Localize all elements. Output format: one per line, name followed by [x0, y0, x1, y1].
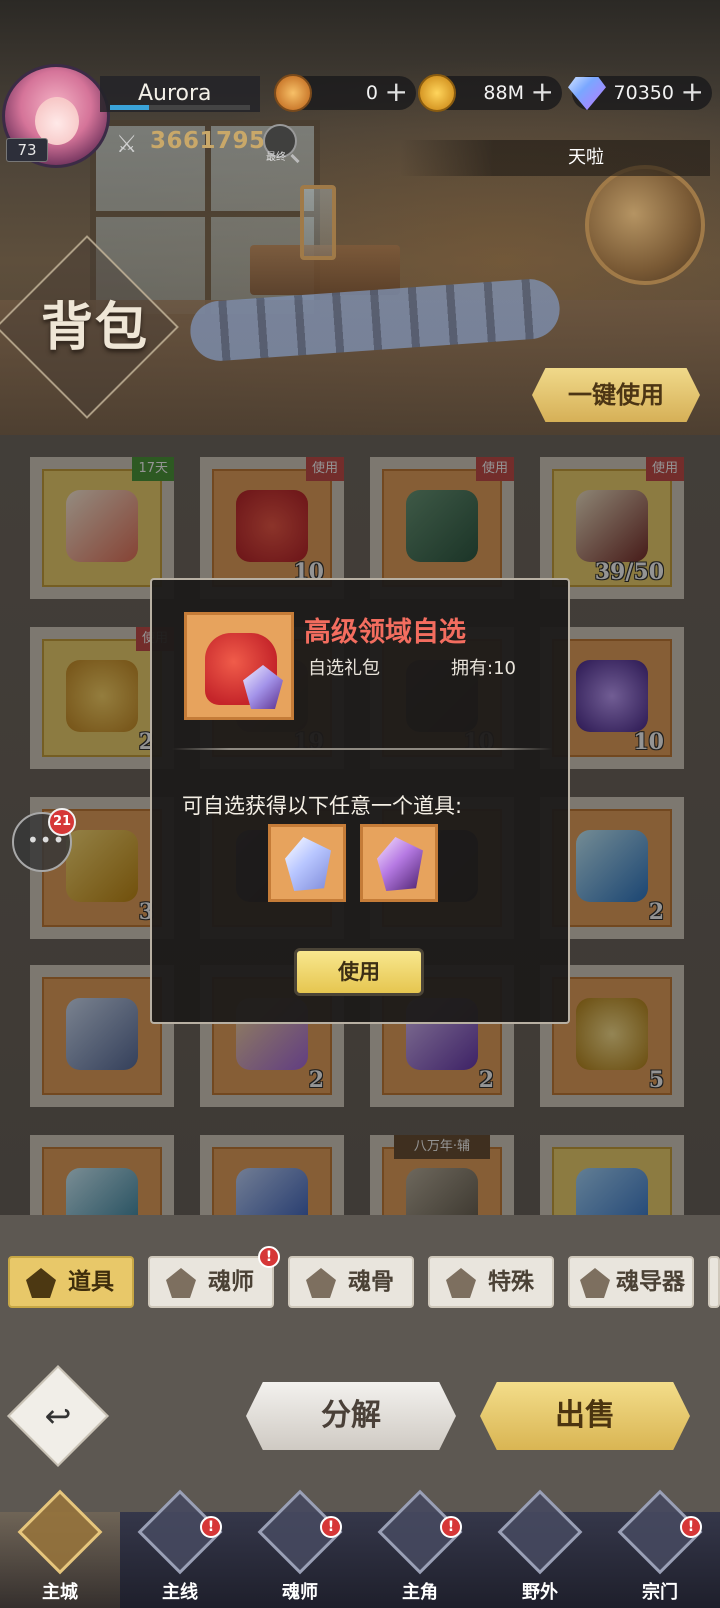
tab-soul-bone[interactable]: 魂骨 — [288, 1256, 414, 1308]
tab-label: 道具 — [68, 1269, 114, 1295]
hourglass-icon — [300, 185, 336, 260]
resource-gold: 88M + — [418, 74, 562, 112]
decompose-button[interactable]: 分解 — [246, 1382, 456, 1450]
page-title: 背包 — [40, 297, 149, 358]
add-gold-button[interactable]: + — [531, 76, 554, 108]
chat-unread-badge: 21 — [48, 808, 76, 836]
tab-next-partial[interactable] — [708, 1256, 720, 1308]
bottom-nav: 主城 ! 主线 ! 魂师 ! 主角 野外 ! 宗门 — [0, 1489, 720, 1608]
sell-button[interactable]: 出售 — [480, 1382, 690, 1450]
choice-white-crystal[interactable] — [268, 824, 346, 902]
player-name: Aurora — [138, 81, 212, 106]
nav-label: 主线 — [162, 1582, 198, 1603]
back-arrow-icon: ↩ — [44, 1397, 72, 1435]
nav-label: 主角 — [402, 1582, 438, 1603]
globe-icon — [585, 165, 705, 285]
modal-item-thumbnail — [184, 612, 294, 720]
soul-device-icon — [580, 1268, 610, 1298]
castle-icon — [17, 1489, 103, 1575]
tab-special[interactable]: 特殊 — [428, 1256, 554, 1308]
alert-badge: ! — [680, 1516, 702, 1538]
nav-sect[interactable]: ! 宗门 — [600, 1489, 720, 1608]
player-level: 73 — [6, 138, 48, 162]
nav-label: 宗门 — [642, 1582, 678, 1603]
tab-items[interactable]: 道具 — [8, 1256, 134, 1308]
use-all-button[interactable]: 一键使用 — [532, 368, 700, 422]
alert-badge: ! — [258, 1246, 280, 1268]
resource-diamond: 70350 + — [568, 76, 712, 111]
add-diamond-button[interactable]: + — [681, 76, 704, 108]
tab-soul-device[interactable]: 魂导器 — [568, 1256, 694, 1308]
add-coin-token-button[interactable]: + — [385, 76, 408, 108]
nav-label: 主城 — [42, 1582, 78, 1603]
combat-power: ⚔ 3661795 — [112, 124, 272, 158]
tab-label: 魂导器 — [616, 1269, 685, 1295]
modal-subtitle: 自选礼包 — [308, 658, 380, 679]
search-tag: 最终 — [266, 152, 286, 163]
modal-prompt: 可自选获得以下任意一个道具: — [182, 794, 463, 818]
coin-token-icon — [274, 74, 312, 112]
player-name-bar: Aurora — [100, 76, 260, 112]
alert-badge: ! — [440, 1516, 462, 1538]
resource-coin-token: 0 + — [274, 74, 416, 112]
modal-owned-count: 拥有:10 — [451, 658, 516, 679]
nav-main-quest[interactable]: ! 主线 — [120, 1489, 240, 1608]
modal-title: 高级领域自选 — [304, 617, 466, 648]
resource-value: 88M — [483, 82, 524, 104]
soul-master-icon — [166, 1268, 196, 1298]
category-tabs: 道具 魂师 ! 魂骨 特殊 魂导器 — [0, 1246, 720, 1312]
exp-bar-fill — [110, 105, 150, 110]
purple-crystal-icon — [377, 837, 423, 891]
sword-icon — [497, 1489, 583, 1575]
item-detail-modal: 高级领域自选 自选礼包 拥有:10 可自选获得以下任意一个道具: 使用 — [150, 578, 570, 1024]
search-button[interactable]: 最终 — [263, 124, 297, 163]
nav-soul-master[interactable]: ! 魂师 — [240, 1489, 360, 1608]
items-icon — [26, 1268, 56, 1298]
soul-bone-icon — [306, 1268, 336, 1298]
nav-label: 魂师 — [282, 1582, 318, 1603]
gold-coin-icon — [418, 74, 456, 112]
modal-divider — [172, 748, 552, 750]
alert-badge: ! — [200, 1516, 222, 1538]
alert-badge: ! — [320, 1516, 342, 1538]
choice-purple-crystal[interactable] — [360, 824, 438, 902]
tab-label: 魂师 — [208, 1269, 254, 1295]
white-crystal-icon — [285, 837, 331, 891]
resource-value: 0 — [365, 82, 378, 104]
tab-label: 特殊 — [488, 1269, 534, 1295]
marquee-text: 天啦 — [568, 147, 604, 168]
special-icon — [446, 1268, 476, 1298]
resource-value: 70350 — [613, 82, 674, 104]
nav-label: 野外 — [522, 1582, 558, 1603]
crossed-swords-icon: ⚔ — [116, 130, 139, 158]
announcement-marquee: 天啦 — [400, 140, 710, 176]
nav-main-city[interactable]: 主城 — [0, 1489, 120, 1608]
modal-use-button[interactable]: 使用 — [294, 948, 424, 996]
nav-protagonist[interactable]: ! 主角 — [360, 1489, 480, 1608]
tab-soul-master[interactable]: 魂师 ! — [148, 1246, 280, 1308]
combat-power-value: 3661795 — [150, 128, 266, 154]
nav-wild[interactable]: 野外 — [480, 1489, 600, 1608]
tab-label: 魂骨 — [348, 1269, 394, 1295]
exp-bar — [110, 105, 250, 110]
